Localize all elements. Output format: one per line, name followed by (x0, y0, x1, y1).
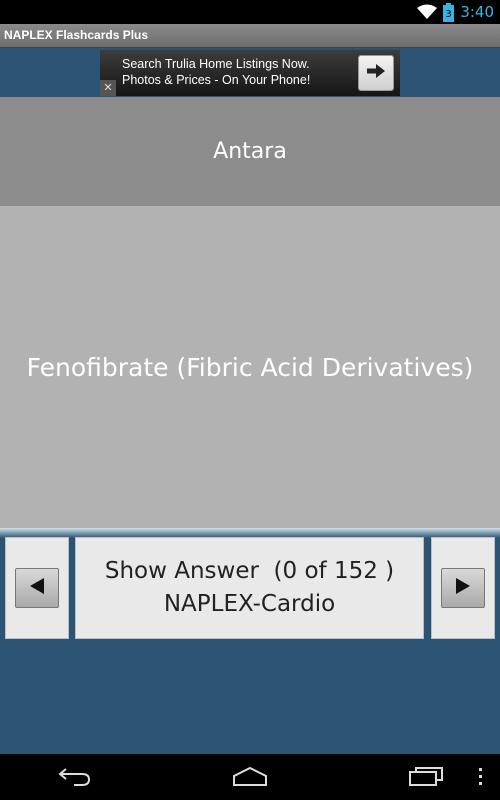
ad-close-button[interactable]: ✕ (100, 80, 116, 96)
ad-line-1: Search Trulia Home Listings Now. (122, 57, 310, 71)
app-title-bar: NAPLEX Flashcards Plus (0, 24, 500, 48)
back-icon[interactable] (58, 765, 92, 787)
question-text: Antara (213, 139, 287, 164)
show-answer-button[interactable]: Show Answer (0 of 152 ) NAPLEX-Cardio (75, 537, 424, 639)
battery-charging-icon: 3 (443, 2, 455, 22)
next-button-face (441, 568, 485, 608)
app-title: NAPLEX Flashcards Plus (4, 28, 149, 42)
next-card-button[interactable] (431, 537, 495, 639)
arrow-right-icon (366, 63, 386, 83)
ad-text: Search Trulia Home Listings Now. Photos … (122, 56, 310, 88)
status-bar: 3 3:40 (0, 0, 500, 24)
question-panel[interactable]: Antara (0, 97, 500, 206)
recent-apps-icon[interactable] (408, 765, 444, 787)
answer-text: Fenofibrate (Fibric Acid Derivatives) (26, 352, 474, 382)
status-time: 3:40 (460, 3, 494, 21)
system-nav-bar (0, 754, 500, 800)
previous-button-face (15, 568, 59, 608)
ad-open-button[interactable] (358, 55, 394, 91)
previous-card-button[interactable] (5, 537, 69, 639)
home-icon[interactable] (232, 765, 268, 787)
answer-panel[interactable]: Fenofibrate (Fibric Acid Derivatives) (0, 206, 500, 528)
status-icons: 3 3:40 (417, 0, 494, 24)
triangle-left-icon (29, 577, 45, 599)
wifi-icon (417, 4, 438, 20)
show-answer-label: Show Answer (0 of 152 ) (104, 558, 395, 584)
triangle-right-icon (455, 577, 471, 599)
ad-line-2: Photos & Prices - On Your Phone! (122, 73, 311, 87)
battery-level-text: 3 (446, 9, 452, 20)
overflow-menu-icon[interactable] (478, 768, 484, 786)
ad-banner[interactable]: Search Trulia Home Listings Now. Photos … (100, 50, 400, 96)
deck-name: NAPLEX-Cardio (163, 591, 336, 617)
